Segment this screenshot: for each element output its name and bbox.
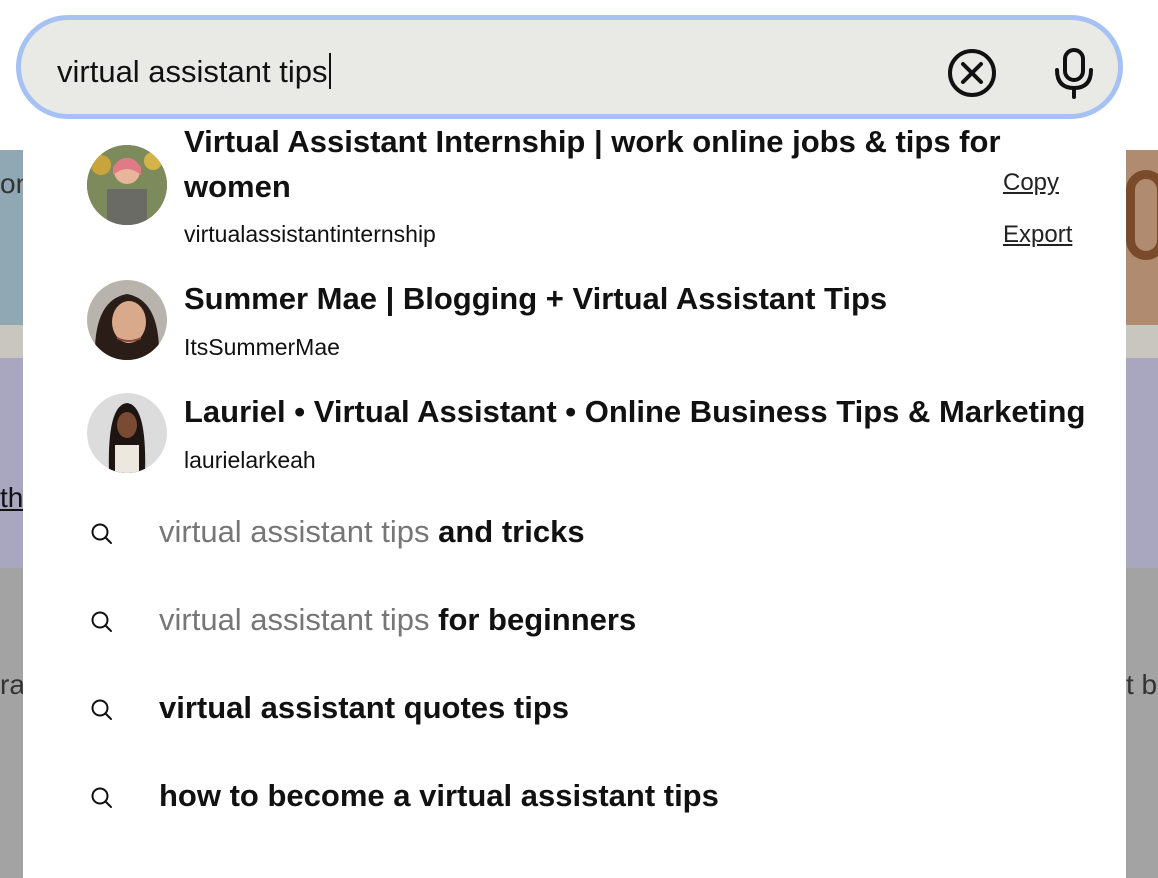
- suggestion-completion: virtual assistant quotes tips: [159, 690, 569, 725]
- avatar: [87, 280, 167, 360]
- search-query: virtual assistant tips: [57, 54, 328, 89]
- search-icon: [91, 611, 112, 632]
- voice-search-button[interactable]: [1048, 46, 1100, 100]
- query-suggestion[interactable]: virtual assistant quotes tips: [23, 680, 1126, 740]
- search-icon: [91, 523, 112, 544]
- profile-suggestion[interactable]: Virtual Assistant Internship | work onli…: [23, 119, 1126, 259]
- close-circle-icon: [948, 49, 996, 97]
- profile-title: Virtual Assistant Internship | work onli…: [184, 124, 1001, 204]
- query-suggestion[interactable]: how to become a virtual assistant tips: [23, 768, 1126, 828]
- background-text-fragment: t b: [1126, 669, 1158, 700]
- avatar: [87, 145, 167, 225]
- profile-handle: virtualassistantinternship: [184, 221, 436, 247]
- typed-prefix: virtual assistant tips: [159, 602, 430, 637]
- search-bar[interactable]: virtual assistant tips: [16, 15, 1123, 119]
- copy-link[interactable]: Copy: [1003, 169, 1059, 197]
- profile-title: Summer Mae | Blogging + Virtual Assistan…: [184, 281, 888, 316]
- query-suggestion[interactable]: virtual assistant tips for beginners: [23, 592, 1126, 652]
- suggestion-completion: and tricks: [438, 514, 585, 549]
- profile-handle: ItsSummerMae: [184, 334, 340, 360]
- suggestion-completion: how to become a virtual assistant tips: [159, 778, 719, 813]
- profile-handle: laurielarkeah: [184, 447, 316, 473]
- background-image-right: [1126, 150, 1158, 325]
- microphone-icon: [1055, 48, 1093, 99]
- search-icon: [91, 699, 112, 720]
- query-suggestion[interactable]: virtual assistant tips and tricks: [23, 504, 1126, 564]
- typed-prefix: virtual assistant tips: [159, 514, 430, 549]
- search-input[interactable]: virtual assistant tips: [57, 53, 331, 90]
- profile-title: Lauriel • Virtual Assistant • Online Bus…: [184, 394, 1086, 429]
- background-link-fragment[interactable]: th: [0, 482, 23, 514]
- profile-suggestion[interactable]: Summer Mae | Blogging + Virtual Assistan…: [23, 274, 1126, 364]
- text-caret: [328, 53, 331, 89]
- profile-suggestion[interactable]: Lauriel • Virtual Assistant • Online Bus…: [23, 387, 1126, 477]
- search-icon: [91, 787, 112, 808]
- background-text-fragment: ra: [0, 669, 25, 700]
- avatar: [87, 393, 167, 473]
- export-link[interactable]: Export: [1003, 221, 1072, 249]
- suggestion-completion: for beginners: [438, 602, 637, 637]
- search-suggestions-dropdown: Virtual Assistant Internship | work onli…: [23, 119, 1126, 878]
- clear-search-button[interactable]: [946, 47, 998, 99]
